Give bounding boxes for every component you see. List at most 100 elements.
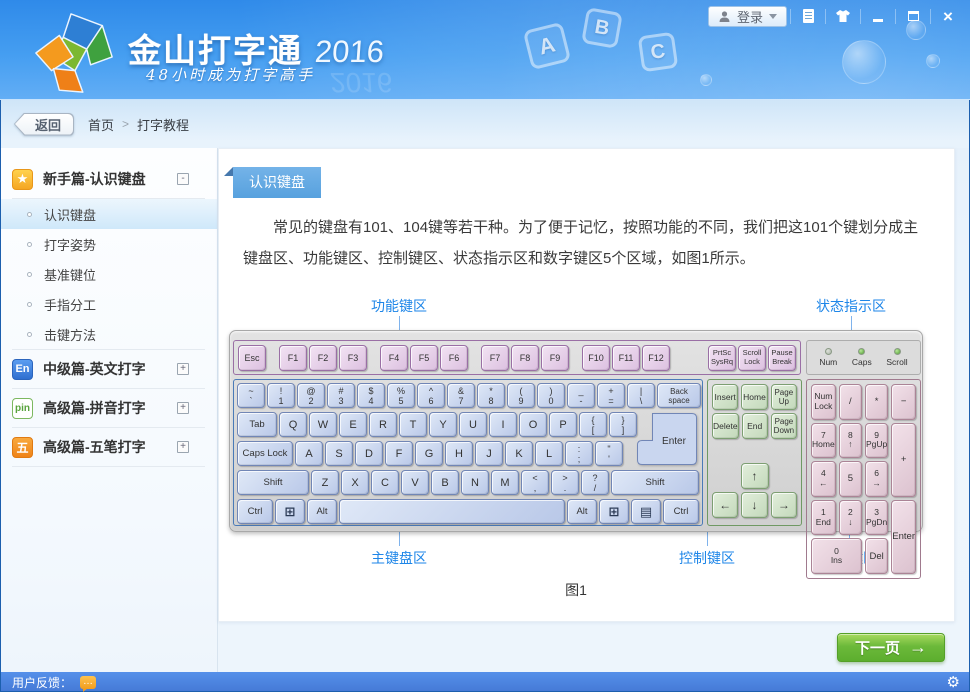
document-icon <box>803 9 814 23</box>
led-icon <box>825 348 832 355</box>
sidebar-section-4[interactable]: 五高级篇-五笔打字+ <box>0 428 217 466</box>
collapse-toggle-icon[interactable]: - <box>177 173 189 185</box>
key-z: Z <box>311 470 339 495</box>
sidebar-section-label: 中级篇-英文打字 <box>43 359 177 379</box>
year-reflection: 2016 <box>329 66 394 98</box>
breadcrumb-bar: 返回 首页 > 打字教程 <box>0 100 970 148</box>
key-a: A <box>295 441 323 466</box>
bullet-icon <box>27 242 32 247</box>
key-j: J <box>475 441 503 466</box>
key-back-space: Backspace <box>657 383 701 408</box>
key-alt: Alt <box>307 499 337 524</box>
key-m: M <box>491 470 519 495</box>
next-page-button[interactable]: 下一页 → <box>837 633 945 662</box>
key-f10: F10 <box>582 345 610 371</box>
key-ctrl: Ctrl <box>663 499 699 524</box>
key--5: %5 <box>387 383 415 408</box>
gear-icon[interactable]: ⚙ <box>947 675 960 690</box>
expand-toggle-icon[interactable]: + <box>177 441 189 453</box>
deco-bubble <box>842 40 886 84</box>
key-7-home: 7Home <box>811 423 836 459</box>
key-4-: 4← <box>811 461 836 497</box>
key-9-pgup: 9PgUp <box>865 423 888 459</box>
sidebar-item-2[interactable]: 打字姿势 <box>0 229 217 259</box>
key-insert: Insert <box>712 384 738 410</box>
leader-line <box>851 316 852 330</box>
figure-caption: 图1 <box>229 580 923 600</box>
maximize-button[interactable] <box>899 6 927 27</box>
sidebar-item-label: 打字姿势 <box>44 235 96 254</box>
sidebar-item-1[interactable]: 认识键盘 <box>0 199 217 229</box>
breadcrumb-home[interactable]: 首页 <box>88 115 114 134</box>
svg-text:Enter: Enter <box>662 436 687 447</box>
function-key-group: F7F8F9 <box>481 345 569 371</box>
key--7: &7 <box>447 383 475 408</box>
key-s: S <box>325 441 353 466</box>
key--: ?/ <box>581 470 609 495</box>
key-f1: F1 <box>279 345 307 371</box>
sidebar-section-2[interactable]: En中级篇-英文打字+ <box>0 350 217 388</box>
bullet-icon <box>27 332 32 337</box>
notes-button[interactable] <box>794 6 822 27</box>
key-q: Q <box>279 412 307 437</box>
minimize-button[interactable] <box>864 6 892 27</box>
expand-toggle-icon[interactable]: + <box>177 363 189 375</box>
led-label: Num <box>819 357 837 367</box>
keyboard-row-5: Ctrl⊞AltAlt⊞▤Ctrl <box>237 499 699 524</box>
key-v: V <box>401 470 429 495</box>
leader-line <box>399 316 400 330</box>
titlebar: 登录 × <box>708 5 962 27</box>
key-f9: F9 <box>541 345 569 371</box>
tshirt-icon <box>835 9 851 23</box>
key-y: Y <box>429 412 457 437</box>
login-button[interactable]: 登录 <box>708 6 787 27</box>
led-icon <box>894 348 901 355</box>
tab-lesson-title: 认识键盘 <box>233 167 321 198</box>
skin-button[interactable] <box>829 6 857 27</box>
close-button[interactable]: × <box>934 6 962 27</box>
key-f11: F11 <box>612 345 640 371</box>
key-ctrl: Ctrl <box>237 499 273 524</box>
deco-letter-block: A <box>523 22 571 70</box>
function-key-group: Esc <box>238 345 266 371</box>
function-key-group: F4F5F6 <box>380 345 468 371</box>
key-end: End <box>742 413 768 439</box>
deco-bubble <box>700 74 712 86</box>
app-subtitle: 48小时成为打字高手 <box>146 64 315 85</box>
lesson-panel: 认识键盘 常见的键盘有101、104键等若干种。为了便于记忆，按照功能的不同，我… <box>218 148 955 622</box>
sidebar-item-5[interactable]: 击键方法 <box>0 319 217 349</box>
sidebar-item-4[interactable]: 手指分工 <box>0 289 217 319</box>
key-r: R <box>369 412 397 437</box>
key-f4: F4 <box>380 345 408 371</box>
key-symbol: + <box>891 423 916 497</box>
expand-toggle-icon[interactable]: + <box>177 402 189 414</box>
footer-bar: 用户反馈： … ⚙ <box>0 672 970 692</box>
sidebar-item-3[interactable]: 基准键位 <box>0 259 217 289</box>
control-key-row: InsertHomePageUp <box>712 384 797 410</box>
key-page-down: PageDown <box>771 413 797 439</box>
key-b: B <box>431 470 459 495</box>
sidebar-item-label: 击键方法 <box>44 325 96 344</box>
function-key-group: F10F11F12 <box>582 345 670 371</box>
key-1-end: 1End <box>811 500 836 536</box>
key--4: $4 <box>357 383 385 408</box>
key-f3: F3 <box>339 345 367 371</box>
feedback-bubble-icon[interactable]: … <box>80 676 96 689</box>
deco-letter-block: C <box>638 32 679 73</box>
bullet-icon <box>27 212 32 217</box>
sidebar-section-3[interactable]: pin高级篇-拼音打字+ <box>0 389 217 427</box>
key--: "' <box>595 441 623 466</box>
leader-line <box>707 532 708 546</box>
sidebar-item-label: 认识键盘 <box>44 205 96 224</box>
key--: :; <box>565 441 593 466</box>
key-symbol: / <box>839 384 862 420</box>
key--: |\ <box>627 383 655 408</box>
close-icon: × <box>943 8 953 25</box>
led-label: Scroll <box>886 357 907 367</box>
key-prtsc-sysrq: PrtScSysRq <box>708 345 736 371</box>
sidebar-section-1[interactable]: ★新手篇-认识键盘- <box>0 160 217 198</box>
next-page-label: 下一页 <box>855 637 900 658</box>
key--: ~` <box>237 383 265 408</box>
back-button[interactable]: 返回 <box>14 113 74 136</box>
zone-label-status: 状态指示区 <box>816 296 886 316</box>
